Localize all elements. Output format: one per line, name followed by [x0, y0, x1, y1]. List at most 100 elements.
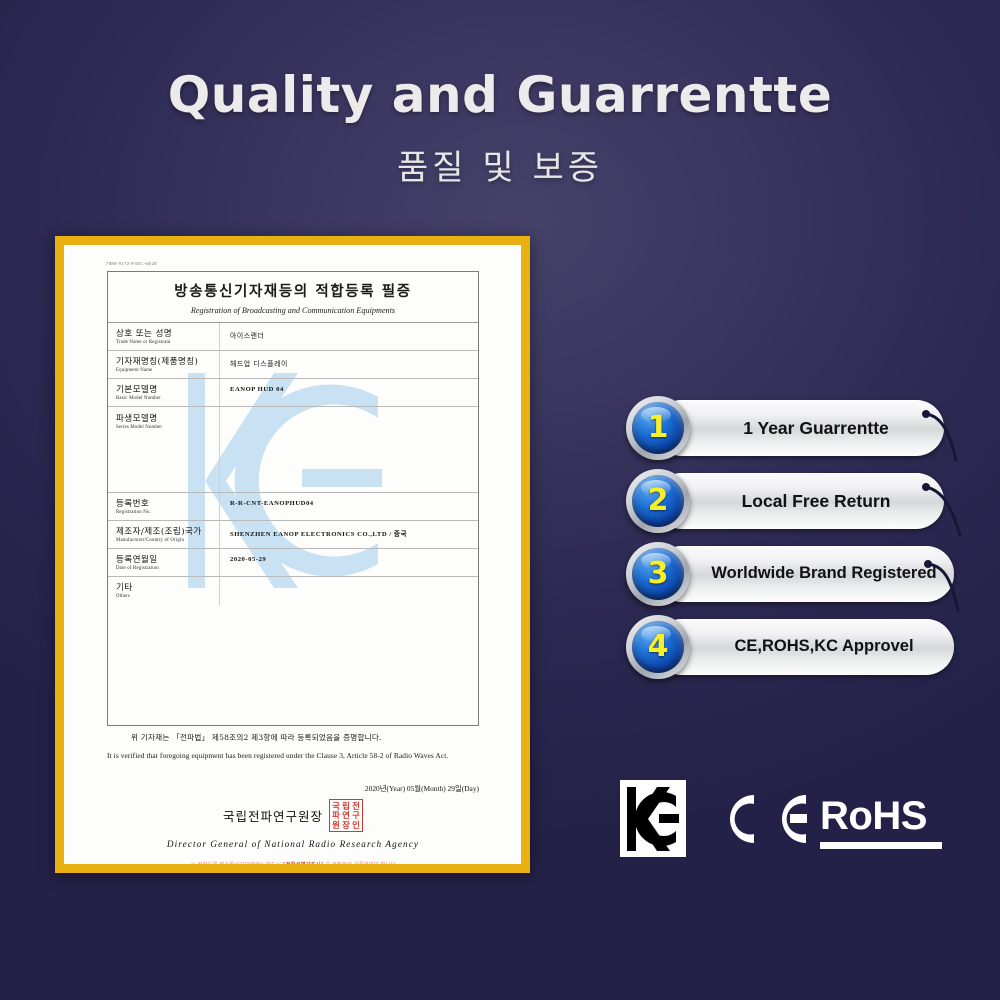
list-item[interactable]: 1 Year Guarrentte 1 [626, 396, 958, 462]
rohs-label: RoHS [820, 794, 927, 838]
certificate-title-cell: 방송통신기자재등의 적합등록 필증 Registration of Broadc… [108, 272, 478, 323]
badge-sphere: 2 [632, 475, 684, 527]
row-label-en: Basic Model Number [116, 396, 161, 401]
row-label-ko: 등록번호 [116, 499, 150, 509]
row-value: SHENZHEN EANOP ELECTRONICS CO.,LTD / 중국 [230, 531, 408, 538]
feature-label: CE,ROHS,KC Approvel [734, 637, 914, 656]
kc-logo-icon [620, 780, 686, 857]
seal-char: 파 [332, 810, 340, 821]
signature-block: 국립전파연구원장 국 립 전 파 연 구 원 장 인 [107, 799, 479, 832]
table-row: 기타 Others [108, 577, 478, 605]
table-row: 기자재명칭(제품명칭) Equipment Name 헤드업 디스플레이 [108, 351, 478, 379]
feature-list: 1 Year Guarrentte 1 Local Free Return 2 … [626, 396, 962, 688]
row-label: 제조자/제조(조립)국가 Manufacturer/Country of Ori… [108, 521, 220, 548]
table-row: 파생모델명 Series Model Number [108, 407, 478, 493]
row-label-ko: 기타 [116, 583, 133, 593]
seal-char: 립 [342, 800, 350, 811]
certificate-footnote: ※ 적합등록 방송통신기자재에는 반드시 "적합성평가표시" 를 부착하여 유통… [124, 861, 464, 864]
badge-number: 1 [647, 410, 669, 445]
feature-label: Local Free Return [741, 490, 891, 511]
certificate-doc-code: 7888-9172-F3EC-6E2E [106, 261, 158, 266]
badge-number: 2 [647, 483, 669, 518]
footnote-pre: ※ 적합등록 방송통신기자재에는 반드시 [191, 862, 283, 864]
row-label: 등록연월일 Date of Registration [108, 549, 220, 576]
feature-pill[interactable]: CE,ROHS,KC Approvel [654, 619, 954, 675]
ce-logo-icon [730, 795, 807, 843]
page-title: Quality and Guarrentte [167, 66, 833, 124]
certificate-title-en: Registration of Broadcasting and Communi… [190, 306, 396, 315]
seal-char: 구 [352, 810, 360, 821]
table-row: 기본모델명 Basic Model Number EANOP HUD 04 [108, 379, 478, 407]
table-row: 제조자/제조(조립)국가 Manufacturer/Country of Ori… [108, 521, 478, 549]
row-label: 파생모델명 Series Model Number [108, 407, 220, 492]
row-label-en: Trade Name or Registrant [116, 340, 171, 345]
row-label-ko: 제조자/제조(조립)국가 [116, 527, 202, 537]
row-label-ko: 기본모델명 [116, 385, 158, 395]
row-label-ko: 기자재명칭(제품명칭) [116, 357, 199, 367]
seal-char: 국 [332, 800, 340, 811]
badge-number: 4 [647, 629, 669, 664]
row-label-ko: 파생모델명 [116, 414, 158, 424]
certificate-table: 방송통신기자재등의 적합등록 필증 Registration of Broadc… [107, 271, 479, 726]
badge-number: 3 [647, 556, 669, 591]
row-value: 아이스랜더 [230, 332, 265, 340]
list-item[interactable]: Worldwide Brand Registered 3 [626, 542, 960, 612]
signer-name-ko: 국립전파연구원장 [222, 809, 323, 824]
row-value [220, 577, 478, 605]
feature-badge: 1 [626, 396, 690, 460]
feature-badge: 4 [626, 615, 690, 679]
seal-char: 전 [352, 800, 360, 811]
badge-sphere: 3 [632, 548, 684, 600]
certificate-verification: 위 기자재는 「전파법」 제58조의2 제3항에 따라 등록되었음을 증명합니다… [107, 732, 479, 763]
official-seal-icon: 국 립 전 파 연 구 원 장 인 [329, 799, 363, 832]
row-value: 헤드업 디스플레이 [230, 360, 288, 368]
footnote-strong: "적합성평가표시" [283, 862, 324, 864]
seal-char: 원 [332, 819, 340, 830]
table-row: 상호 또는 성명 Trade Name or Registrant 아이스랜더 [108, 323, 478, 351]
signer-title-en: Director General of National Radio Resea… [166, 839, 420, 849]
row-label-en: Others [116, 594, 130, 599]
feature-pill[interactable]: 1 Year Guarrentte [654, 400, 944, 456]
certificate-paper: 7888-9172-F3EC-6E2E 방송통신기자재등의 적합등록 필증 Re… [64, 245, 521, 864]
badge-sphere: 1 [632, 402, 684, 454]
badge-sphere: 4 [632, 621, 684, 673]
feature-badge: 2 [626, 469, 690, 533]
row-label-en: Manufacturer/Country of Origin [116, 538, 185, 543]
row-label-en: Date of Registration [116, 566, 159, 571]
feature-label: Worldwide Brand Registered [711, 564, 937, 583]
kc-mark [627, 786, 679, 851]
feature-label: 1 Year Guarrentte [743, 417, 889, 438]
certificate-title-ko: 방송통신기자재등의 적합등록 필증 [174, 283, 412, 300]
verification-text-en: It is verified that foregoing equipment … [107, 751, 449, 760]
row-label: 상호 또는 성명 Trade Name or Registrant [108, 323, 220, 350]
table-row: 등록번호 Registration No. R-R-CNT-EANOPHUD04 [108, 493, 478, 521]
footnote-line-1: ※ 적합등록 방송통신기자재에는 반드시 "적합성평가표시" 를 부착하여 유통… [124, 861, 464, 864]
page-subtitle: 품질 및 보증 [396, 148, 603, 188]
row-value [220, 407, 478, 492]
row-label-ko: 등록연월일 [116, 555, 158, 565]
row-label-ko: 상호 또는 성명 [116, 329, 173, 339]
row-value: R-R-CNT-EANOPHUD04 [230, 500, 314, 507]
list-item[interactable]: Local Free Return 2 [626, 469, 962, 537]
row-label-en: Equipment Name [116, 368, 153, 373]
rohs-underline [820, 842, 942, 849]
seal-char: 인 [352, 819, 360, 830]
slide-background: Quality and Guarrentte 품질 및 보증 7888-9172… [0, 0, 1000, 1000]
page-header: Quality and Guarrentte 품질 및 보증 [0, 66, 1000, 189]
table-row: 등록연월일 Date of Registration 2020-05-29 [108, 549, 478, 577]
footnote-post: 를 부착하여 유통하여야 합니다. [324, 862, 398, 864]
row-label: 기본모델명 Basic Model Number [108, 379, 220, 406]
list-item[interactable]: CE,ROHS,KC Approvel 4 [626, 615, 954, 680]
feature-pill[interactable]: Worldwide Brand Registered [654, 546, 954, 602]
row-value: 2020-05-29 [230, 556, 267, 563]
row-label-en: Registration No. [116, 510, 151, 515]
seal-char: 연 [342, 810, 350, 821]
certificate-frame: 7888-9172-F3EC-6E2E 방송통신기자재등의 적합등록 필증 Re… [55, 236, 530, 873]
row-label: 등록번호 Registration No. [108, 493, 220, 520]
feature-badge: 3 [626, 542, 690, 606]
certificate-date: 2020년(Year) 05월(Month) 29일(Day) [364, 784, 479, 793]
feature-pill[interactable]: Local Free Return [654, 473, 944, 529]
row-label-en: Series Model Number [116, 425, 163, 430]
row-value: EANOP HUD 04 [230, 386, 284, 393]
verification-text-ko: 위 기자재는 「전파법」 제58조의2 제3항에 따라 등록되었음을 증명합니다… [131, 733, 382, 742]
